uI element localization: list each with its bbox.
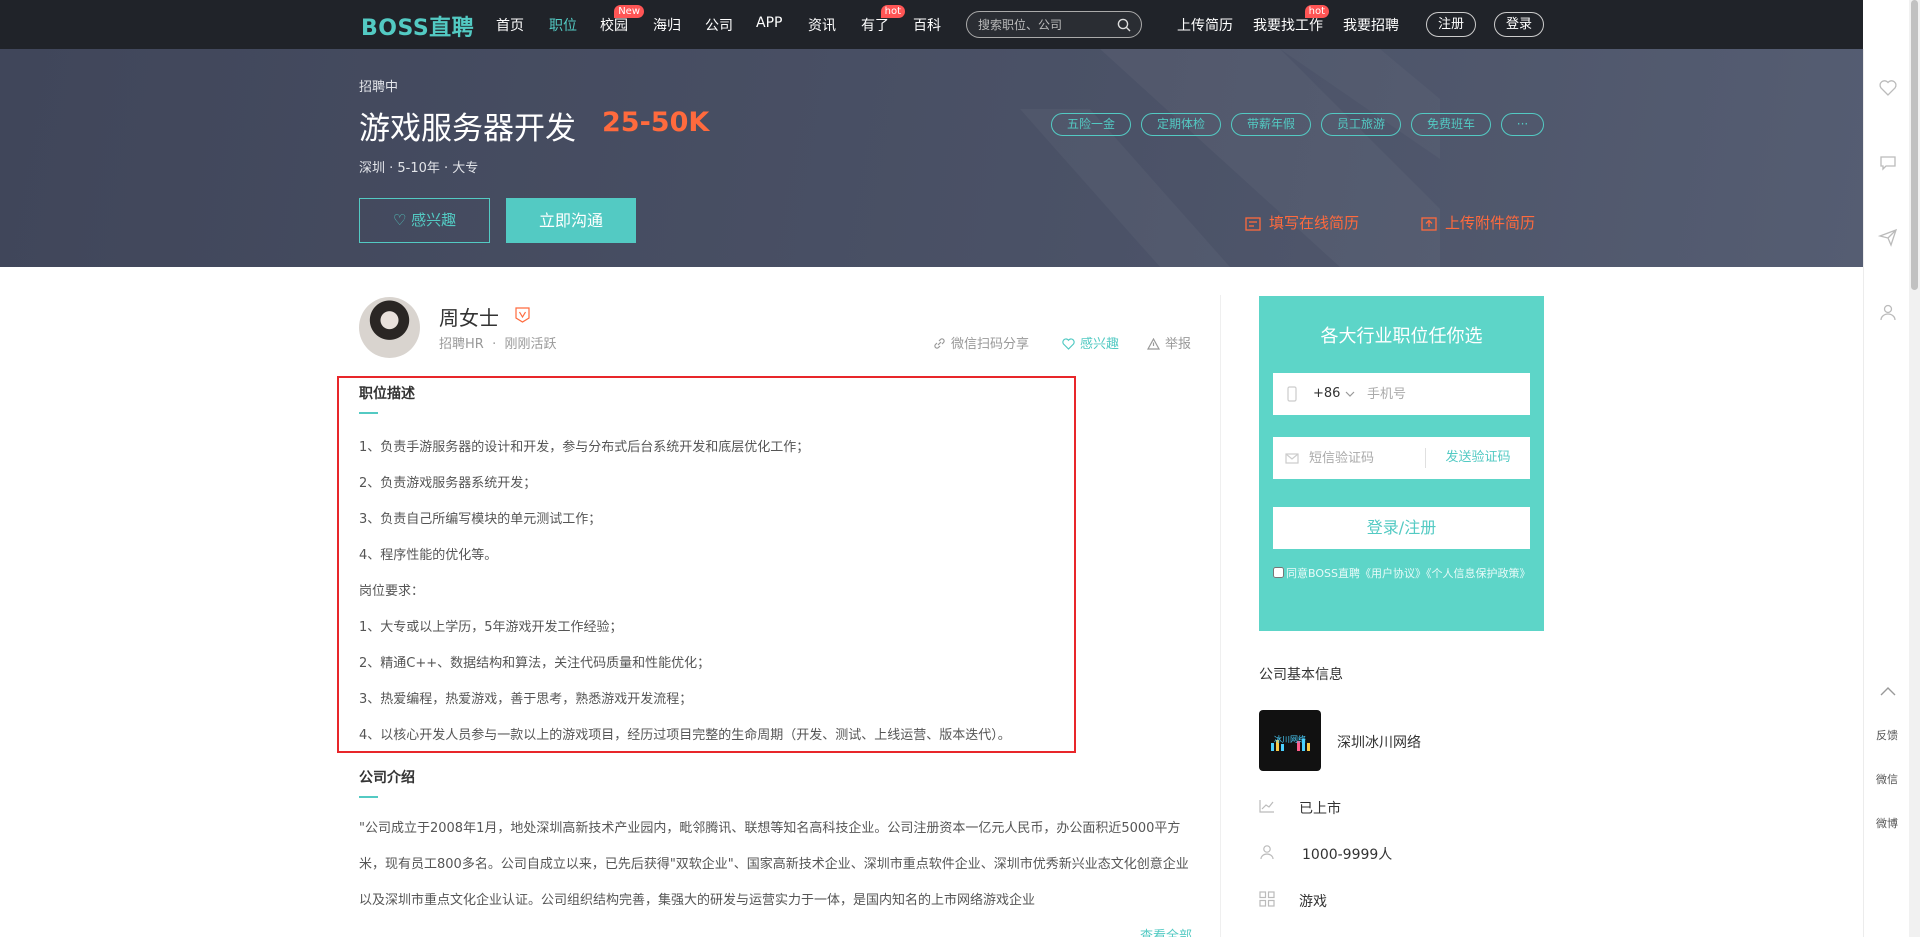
phone-input[interactable]	[1367, 383, 1517, 405]
grid-icon	[1259, 891, 1275, 907]
top-nav: BOSS直聘 首页 职位 校园 New 海归 公司 APP 资讯 有了 hot 百科…	[0, 0, 1863, 49]
search-icon[interactable]	[1117, 18, 1131, 32]
hr-avatar[interactable]	[359, 297, 420, 358]
company-logo[interactable]: 冰川网络	[1259, 710, 1321, 771]
job-title: 游戏服务器开发	[359, 111, 576, 147]
code-field: 发送验证码	[1273, 437, 1530, 479]
weibo-link[interactable]: 微博	[1864, 815, 1910, 831]
nav-app[interactable]: APP	[756, 15, 782, 31]
resume-icon	[1245, 217, 1261, 231]
agree-checkbox[interactable]	[1273, 567, 1284, 578]
nav-news[interactable]: 资讯	[808, 15, 836, 35]
more-tags-button[interactable]: ···	[1501, 113, 1544, 136]
nav-campus[interactable]: 校园 New	[600, 5, 644, 35]
highlight-box	[337, 376, 1076, 753]
agreement-text[interactable]: 同意BOSS直聘《用户协议》《个人信息保护政策》	[1286, 567, 1530, 580]
login-panel-title: 各大行业职位任你选	[1320, 326, 1483, 347]
nav-wiki[interactable]: 百科	[913, 15, 941, 35]
company-name[interactable]: 深圳冰川网络	[1337, 732, 1421, 752]
company-intro-text: "公司成立于2008年1月，地处深圳高新技术产业园内，毗邻腾讯、联想等知名高科技…	[359, 821, 1189, 908]
job-meta: 深圳 · 5-10年 · 大专	[359, 161, 479, 176]
agreement: 同意BOSS直聘《用户协议》《个人信息保护政策》	[1273, 561, 1537, 587]
login-register-button[interactable]: 登录/注册	[1273, 507, 1530, 549]
hr-meta: 招聘HR · 刚刚活跃	[439, 337, 557, 352]
search-input[interactable]	[978, 16, 1113, 34]
company-info-title: 公司基本信息	[1259, 667, 1343, 683]
back-to-top-icon[interactable]	[1878, 681, 1898, 701]
benefit-tag: 免费班车	[1411, 113, 1491, 136]
hot-badge: hot	[880, 5, 905, 18]
chart-icon	[1259, 800, 1274, 813]
login-button[interactable]: 登录	[1494, 12, 1544, 37]
heart-icon[interactable]	[1878, 78, 1898, 98]
verified-badge-icon	[515, 307, 530, 323]
login-panel: 各大行业职位任你选 +86 发送验证码 登录/注册 同意BOSS直聘《用户协议》…	[1259, 296, 1544, 631]
interest-action[interactable]: 感兴趣	[1062, 333, 1119, 352]
online-resume-link[interactable]: 填写在线简历	[1245, 212, 1359, 233]
nav-home[interactable]: 首页	[496, 15, 524, 35]
wechat-link[interactable]: 微信	[1864, 771, 1910, 787]
warning-icon	[1146, 337, 1161, 350]
upload-icon	[1421, 217, 1437, 231]
benefit-tag: 五险一金	[1051, 113, 1131, 136]
country-code[interactable]: +86	[1313, 386, 1340, 401]
benefit-tag: 员工旅游	[1321, 113, 1401, 136]
company-intro-title: 公司介绍	[359, 770, 415, 786]
column-divider	[1220, 295, 1221, 937]
mail-icon	[1285, 453, 1299, 464]
sms-code-input[interactable]	[1309, 447, 1419, 469]
phone-icon	[1287, 386, 1297, 402]
heart-icon	[1062, 338, 1075, 350]
nav-find-job[interactable]: 我要找工作 hot	[1253, 5, 1329, 35]
wechat-share-button[interactable]: 微信扫码分享	[933, 333, 1029, 352]
nav-upload-resume[interactable]: 上传简历	[1177, 15, 1233, 35]
benefit-tag: 带薪年假	[1231, 113, 1311, 136]
new-badge: New	[614, 5, 644, 18]
feedback-link[interactable]: 反馈	[1864, 727, 1910, 743]
nav-recruit[interactable]: 我要招聘	[1343, 15, 1399, 35]
nav-jobs[interactable]: 职位	[549, 15, 577, 35]
job-salary: 25-50K	[602, 107, 710, 138]
phone-field: +86	[1273, 373, 1530, 415]
scrollbar[interactable]	[1909, 0, 1920, 937]
right-sidebar: 反馈 微信 微博	[1863, 49, 1909, 937]
hr-name: 周女士	[439, 306, 499, 330]
chat-icon[interactable]	[1878, 153, 1898, 173]
section-underline	[359, 796, 378, 798]
logo[interactable]: BOSS直聘	[361, 10, 474, 42]
job-status: 招聘中	[359, 80, 399, 95]
search-box	[966, 11, 1142, 38]
nav-overseas[interactable]: 海归	[653, 15, 681, 35]
send-code-button[interactable]: 发送验证码	[1425, 448, 1530, 468]
nav-company[interactable]: 公司	[705, 15, 733, 35]
job-banner: 招聘中 游戏服务器开发 25-50K 深圳 · 5-10年 · 大专 五险一金 …	[0, 49, 1863, 267]
interest-button[interactable]: ♡ 感兴趣	[359, 198, 490, 243]
people-icon	[1260, 845, 1274, 860]
benefit-tag: 定期体检	[1141, 113, 1221, 136]
hot-badge: hot	[1304, 5, 1329, 18]
banner-decoration	[1100, 49, 1440, 267]
report-button[interactable]: 举报	[1146, 333, 1191, 352]
nav-youle[interactable]: 有了 hot	[861, 5, 905, 35]
send-icon[interactable]	[1878, 227, 1898, 247]
user-icon[interactable]	[1878, 302, 1898, 322]
link-icon	[934, 338, 945, 349]
chevron-down-icon[interactable]	[1345, 391, 1355, 398]
scrollbar-thumb[interactable]	[1911, 0, 1918, 290]
register-button[interactable]: 注册	[1426, 12, 1476, 37]
upload-resume-link[interactable]: 上传附件简历	[1421, 212, 1535, 233]
company-logo-text: 冰川网络	[1274, 735, 1306, 744]
chat-now-button[interactable]: 立即沟通	[506, 198, 636, 243]
see-more-link[interactable]: 查看全部	[1140, 925, 1192, 937]
